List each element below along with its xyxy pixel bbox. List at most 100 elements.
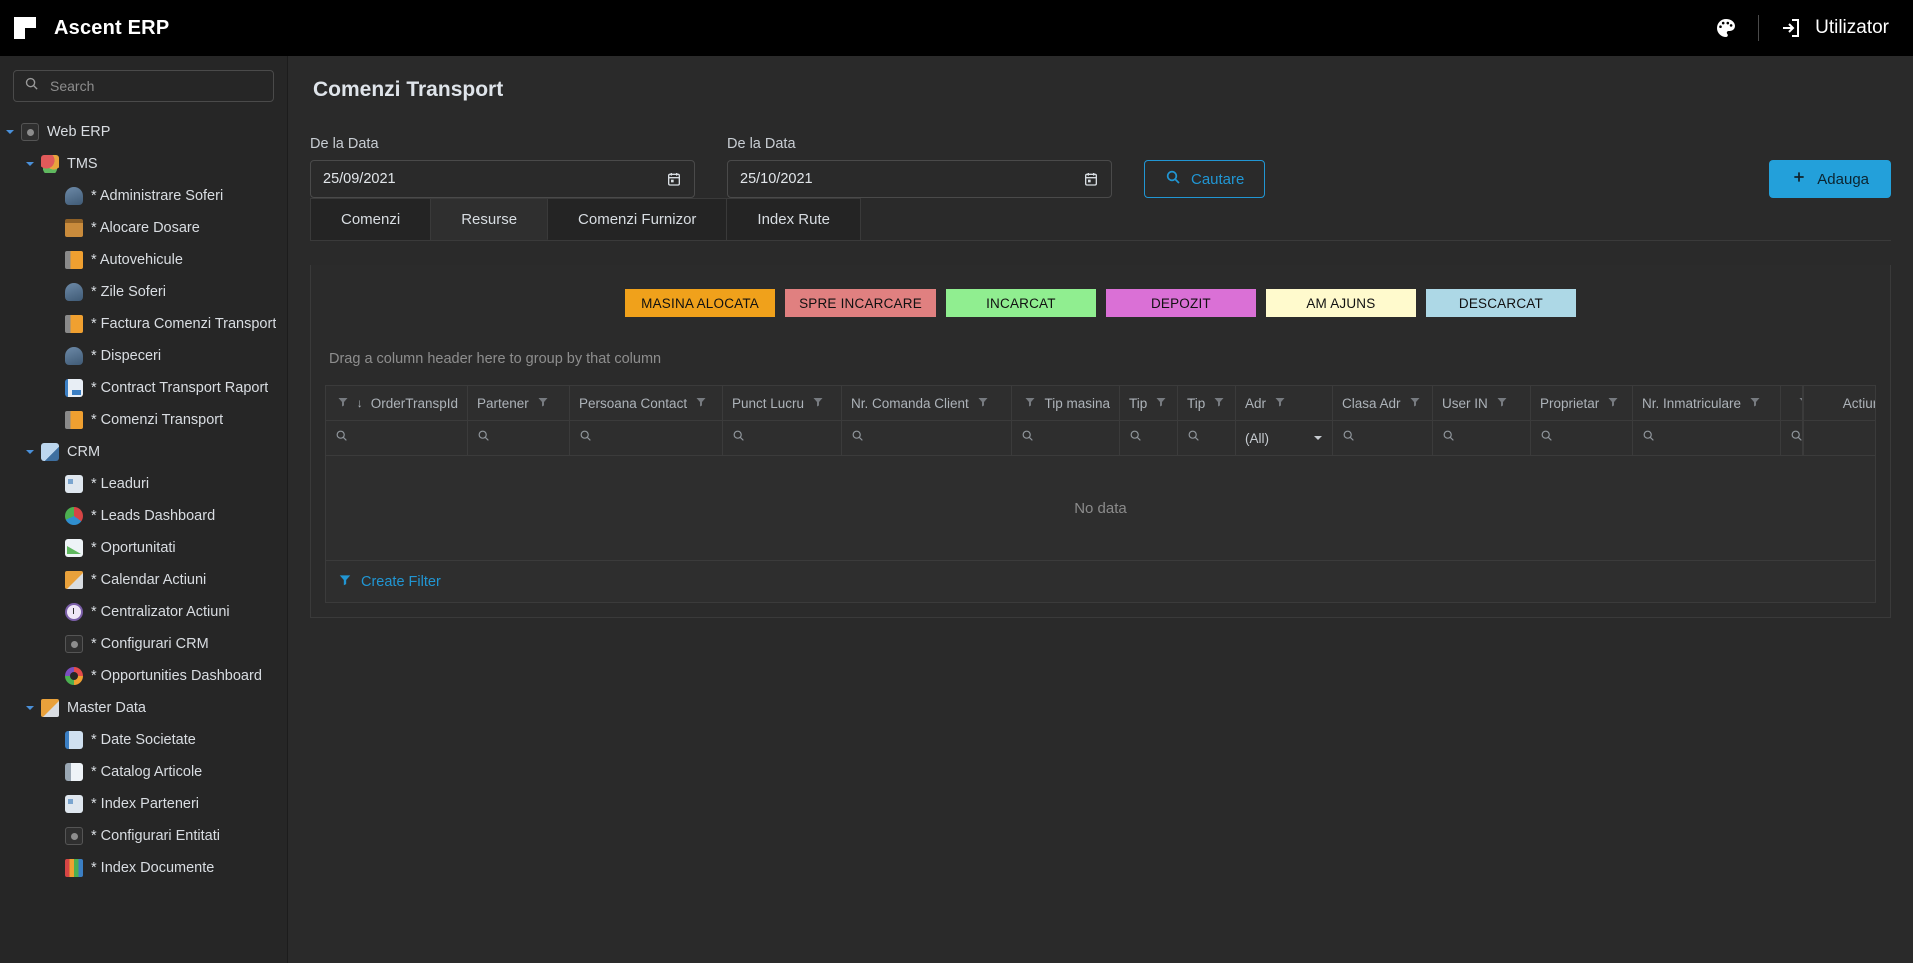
column-filter-tip[interactable] — [1120, 421, 1178, 455]
column-search-icon[interactable] — [1642, 429, 1655, 447]
column-header-persoana-contact[interactable]: Persoana Contact — [570, 386, 723, 420]
sidebar-item-leads-dashboard[interactable]: * Leads Dashboard — [0, 500, 287, 532]
column-filter-ordertranspid[interactable] — [326, 421, 468, 455]
sidebar-item-centralizator-actiuni[interactable]: * Centralizator Actiuni — [0, 596, 287, 628]
sidebar-item-index-parteneri[interactable]: * Index Parteneri — [0, 788, 287, 820]
column-filter-icon[interactable] — [1274, 396, 1286, 411]
sidebar-item-web-erp[interactable]: Web ERP — [0, 116, 287, 148]
chevron-down-icon[interactable] — [22, 444, 38, 460]
tab-comenzi-furnizor[interactable]: Comenzi Furnizor — [548, 198, 727, 240]
status-button-masina-alocata[interactable]: MASINA ALOCATA — [625, 289, 775, 317]
column-header-partener[interactable]: Partener — [468, 386, 570, 420]
calendar-icon[interactable] — [666, 171, 682, 187]
column-header-adr[interactable]: Adr — [1236, 386, 1333, 420]
status-button-am-ajuns[interactable]: AM AJUNS — [1266, 289, 1416, 317]
column-search-icon[interactable] — [477, 429, 490, 447]
column-filter-icon[interactable] — [695, 396, 707, 411]
sidebar-item-calendar-actiuni[interactable]: * Calendar Actiuni — [0, 564, 287, 596]
column-filter-icon[interactable] — [1607, 396, 1619, 411]
status-button-spre-incarcare[interactable]: SPRE INCARCARE — [785, 289, 936, 317]
group-panel-hint[interactable]: Drag a column header here to group by th… — [325, 339, 1876, 385]
column-filter-icon[interactable] — [977, 396, 989, 411]
chevron-down-icon[interactable] — [2, 124, 18, 140]
column-filter-clasa-adr[interactable] — [1333, 421, 1433, 455]
column-header-proprietar[interactable]: Proprietar — [1531, 386, 1633, 420]
column-search-icon[interactable] — [1442, 429, 1455, 447]
palette-icon[interactable] — [1714, 16, 1738, 40]
column-search-icon[interactable] — [732, 429, 745, 447]
column-filter-icon[interactable] — [1024, 396, 1036, 411]
column-filter-untitled-13[interactable] — [1781, 421, 1803, 455]
tab-resurse[interactable]: Resurse — [431, 198, 548, 240]
status-button-depozit[interactable]: DEPOZIT — [1106, 289, 1256, 317]
column-filter-nr-inmatriculare[interactable] — [1633, 421, 1781, 455]
column-search-icon[interactable] — [1790, 429, 1803, 447]
column-filter-icon[interactable] — [1409, 396, 1421, 411]
date-from-input[interactable]: 25/09/2021 — [310, 160, 695, 198]
column-header-tip-masina[interactable]: Tip masina — [1012, 386, 1120, 420]
sidebar-item-comenzi-transport[interactable]: * Comenzi Transport — [0, 404, 287, 436]
column-header-tip[interactable]: Tip — [1120, 386, 1178, 420]
chevron-down-icon[interactable] — [22, 700, 38, 716]
column-filter-icon[interactable] — [537, 396, 549, 411]
user-menu[interactable]: Utilizator — [1779, 16, 1889, 40]
search-button[interactable]: Cautare — [1144, 160, 1265, 198]
sidebar-item-autovehicule[interactable]: * Autovehicule — [0, 244, 287, 276]
sidebar-item-oportunitati[interactable]: * Oportunitati — [0, 532, 287, 564]
column-header-punct-lucru[interactable]: Punct Lucru — [723, 386, 842, 420]
sidebar-item-crm[interactable]: CRM — [0, 436, 287, 468]
column-filter-icon[interactable] — [337, 396, 349, 411]
column-filter-adr[interactable]: (All) — [1236, 421, 1333, 455]
sidebar-item-administrare-soferi[interactable]: * Administrare Soferi — [0, 180, 287, 212]
column-header-nr-comanda-client[interactable]: Nr. Comanda Client — [842, 386, 1012, 420]
column-search-icon[interactable] — [1129, 429, 1142, 447]
column-header-nr-inmatriculare[interactable]: Nr. Inmatriculare — [1633, 386, 1781, 420]
column-header-untitled-13[interactable] — [1781, 386, 1803, 420]
column-header-tip[interactable]: Tip — [1178, 386, 1236, 420]
column-header-user-in[interactable]: User IN — [1433, 386, 1531, 420]
sidebar-item-tms[interactable]: TMS — [0, 148, 287, 180]
sidebar-item-configurari-crm[interactable]: * Configurari CRM — [0, 628, 287, 660]
column-search-icon[interactable] — [335, 429, 348, 447]
date-to-input[interactable]: 25/10/2021 — [727, 160, 1112, 198]
column-search-icon[interactable] — [1187, 429, 1200, 447]
sidebar-item-index-documente[interactable]: * Index Documente — [0, 852, 287, 884]
sidebar-item-opportunities-dashboard[interactable]: * Opportunities Dashboard — [0, 660, 287, 692]
status-button-incarcat[interactable]: INCARCAT — [946, 289, 1096, 317]
column-filter-icon[interactable] — [1496, 396, 1508, 411]
sidebar-item-contract-transport-raport[interactable]: * Contract Transport Raport — [0, 372, 287, 404]
column-filter-punct-lucru[interactable] — [723, 421, 842, 455]
column-filter-icon[interactable] — [812, 396, 824, 411]
chevron-down-icon[interactable] — [1313, 431, 1323, 446]
tab-index-rute[interactable]: Index Rute — [727, 198, 861, 240]
column-search-icon[interactable] — [851, 429, 864, 447]
column-filter-user-in[interactable] — [1433, 421, 1531, 455]
sidebar-item-date-societate[interactable]: * Date Societate — [0, 724, 287, 756]
sidebar-item-leaduri[interactable]: * Leaduri — [0, 468, 287, 500]
status-button-descarcat[interactable]: DESCARCAT — [1426, 289, 1576, 317]
column-search-icon[interactable] — [1342, 429, 1355, 447]
create-filter-button[interactable]: Create Filter — [326, 560, 1875, 602]
column-filter-icon[interactable] — [1749, 396, 1761, 411]
column-filter-partener[interactable] — [468, 421, 570, 455]
sidebar-item-zile-soferi[interactable]: * Zile Soferi — [0, 276, 287, 308]
column-search-icon[interactable] — [1021, 429, 1034, 447]
column-header-ordertranspid[interactable]: ↓OrderTranspId — [326, 386, 468, 420]
sidebar-item-master-data[interactable]: Master Data — [0, 692, 287, 724]
sidebar-item-factura-comenzi-transport[interactable]: * Factura Comenzi Transport — [0, 308, 287, 340]
sidebar-item-alocare-dosare[interactable]: * Alocare Dosare — [0, 212, 287, 244]
column-search-icon[interactable] — [1540, 429, 1553, 447]
sort-ascending-icon[interactable]: ↓ — [357, 396, 363, 410]
add-button[interactable]: Adauga — [1769, 160, 1891, 198]
column-filter-tip-masina[interactable] — [1012, 421, 1120, 455]
sidebar-item-catalog-articole[interactable]: * Catalog Articole — [0, 756, 287, 788]
column-filter-persoana-contact[interactable] — [570, 421, 723, 455]
calendar-icon[interactable] — [1083, 171, 1099, 187]
column-filter-icon[interactable] — [1213, 396, 1225, 411]
sidebar-item-dispeceri[interactable]: * Dispeceri — [0, 340, 287, 372]
column-search-icon[interactable] — [579, 429, 592, 447]
column-filter-proprietar[interactable] — [1531, 421, 1633, 455]
sidebar-item-configurari-entitati[interactable]: * Configurari Entitati — [0, 820, 287, 852]
column-filter-nr-comanda-client[interactable] — [842, 421, 1012, 455]
column-filter-icon[interactable] — [1155, 396, 1167, 411]
